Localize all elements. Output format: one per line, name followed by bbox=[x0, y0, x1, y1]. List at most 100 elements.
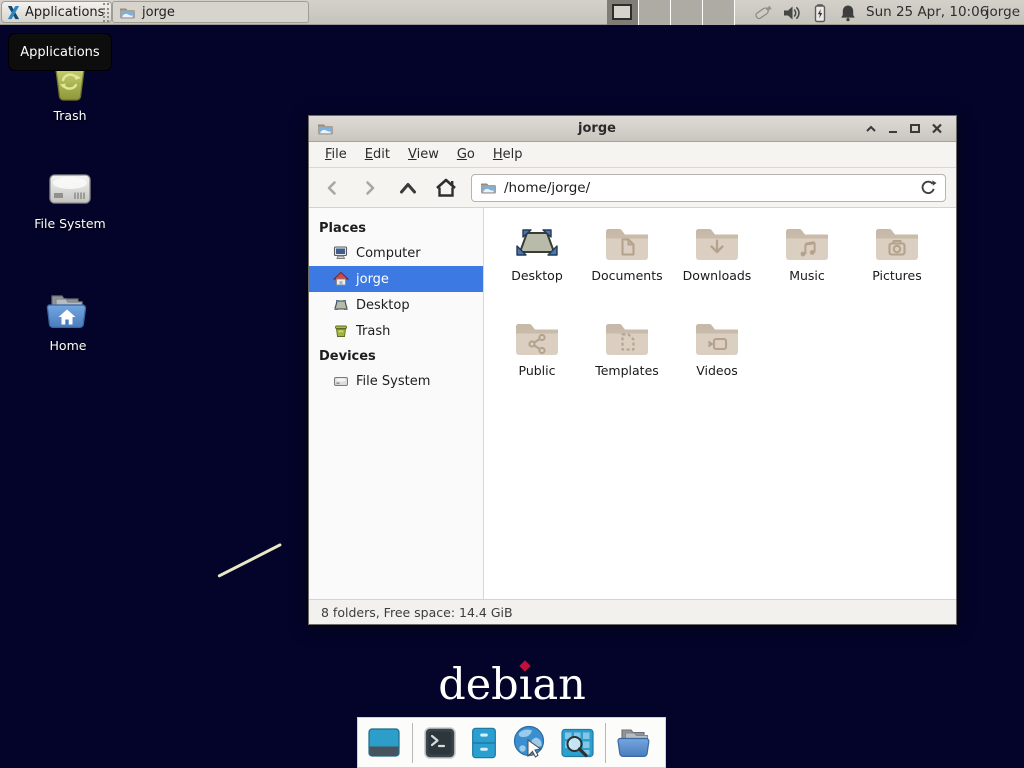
sidebar-header-places: Places bbox=[309, 216, 483, 240]
file-item-documents[interactable]: Documents bbox=[582, 222, 672, 317]
file-label: Documents bbox=[582, 268, 672, 283]
panel-clock[interactable]: Sun 25 Apr, 10:06 bbox=[866, 0, 988, 25]
system-tray bbox=[752, 2, 858, 23]
menubar: File Edit View Go Help bbox=[309, 142, 956, 168]
workspace-4[interactable] bbox=[703, 0, 735, 25]
file-item-pictures[interactable]: Pictures bbox=[852, 222, 942, 317]
desktop-icon-label: Trash bbox=[15, 108, 125, 123]
top-panel: Applications jorge Sun 2 bbox=[0, 0, 1024, 25]
menu-help[interactable]: Help bbox=[485, 144, 531, 165]
taskbar-window-button[interactable]: jorge bbox=[112, 1, 309, 23]
file-item-desktop[interactable]: Desktop bbox=[492, 222, 582, 317]
window-titlebar[interactable]: jorge bbox=[309, 116, 956, 142]
file-view[interactable]: Desktop Documents Downloads bbox=[484, 208, 956, 599]
sidebar-item-label: Computer bbox=[356, 246, 421, 261]
file-label: Public bbox=[492, 363, 582, 378]
panel-username: jorge bbox=[986, 0, 1020, 25]
file-label: Pictures bbox=[852, 268, 942, 283]
window-icon bbox=[317, 121, 334, 136]
path-text[interactable]: /home/jorge/ bbox=[504, 180, 913, 196]
menu-file[interactable]: File bbox=[317, 144, 355, 165]
public-folder-icon bbox=[513, 319, 561, 359]
debian-text-left: deb bbox=[438, 660, 519, 710]
file-label: Downloads bbox=[672, 268, 762, 283]
computer-icon bbox=[333, 245, 349, 261]
applications-menu-label: Applications bbox=[25, 5, 104, 20]
desktop-icon bbox=[513, 224, 561, 264]
folder-icon bbox=[480, 180, 497, 195]
debian-text-right: an bbox=[532, 660, 585, 710]
path-bar[interactable]: /home/jorge/ bbox=[471, 174, 946, 202]
file-item-templates[interactable]: Templates bbox=[582, 317, 672, 412]
dock-separator bbox=[605, 723, 606, 763]
pictures-folder-icon bbox=[873, 224, 921, 264]
file-manager-launcher[interactable] bbox=[615, 725, 653, 761]
file-item-music[interactable]: Music bbox=[762, 222, 852, 317]
taskbar-window-label: jorge bbox=[142, 5, 175, 20]
status-text: 8 folders, Free space: 14.4 GiB bbox=[321, 605, 513, 620]
drive-icon bbox=[333, 373, 349, 389]
file-cabinet-launcher[interactable] bbox=[467, 725, 501, 761]
panel-drag-handle[interactable] bbox=[103, 3, 109, 22]
window-title: jorge bbox=[334, 121, 860, 136]
web-browser-launcher[interactable] bbox=[510, 724, 550, 762]
forward-button[interactable] bbox=[357, 175, 383, 201]
desktop-icon-home[interactable]: Home bbox=[13, 288, 123, 353]
file-item-public[interactable]: Public bbox=[492, 317, 582, 412]
workspace-switcher[interactable] bbox=[607, 0, 735, 25]
home-button[interactable] bbox=[433, 175, 459, 201]
desktop-icon-file-system[interactable]: File System bbox=[15, 168, 125, 231]
home-folder-icon bbox=[44, 288, 92, 332]
sidebar-item-trash[interactable]: Trash bbox=[309, 318, 483, 344]
up-button[interactable] bbox=[395, 175, 421, 201]
app-finder-launcher[interactable] bbox=[559, 725, 596, 761]
sidebar-item-label: File System bbox=[356, 374, 430, 389]
workspace-3[interactable] bbox=[671, 0, 703, 25]
toolbar: /home/jorge/ bbox=[309, 168, 956, 208]
file-label: Music bbox=[762, 268, 852, 283]
file-manager-icon bbox=[119, 5, 136, 20]
music-folder-icon bbox=[783, 224, 831, 264]
notifications-icon[interactable] bbox=[838, 3, 858, 23]
terminal-launcher[interactable] bbox=[422, 725, 458, 761]
desktop-icon bbox=[333, 297, 349, 313]
trash-icon bbox=[333, 323, 349, 339]
mouse-cursor bbox=[217, 543, 282, 578]
removable-device-icon[interactable] bbox=[752, 2, 774, 23]
sidebar-item-file-system[interactable]: File System bbox=[309, 368, 483, 394]
menu-edit[interactable]: Edit bbox=[357, 144, 398, 165]
sidebar-item-computer[interactable]: Computer bbox=[309, 240, 483, 266]
home-icon bbox=[333, 271, 349, 287]
desktop-icon-label: Home bbox=[13, 338, 123, 353]
workspace-2[interactable] bbox=[639, 0, 671, 25]
documents-folder-icon bbox=[603, 224, 651, 264]
workspace-1[interactable] bbox=[607, 0, 639, 25]
file-item-videos[interactable]: Videos bbox=[672, 317, 762, 412]
menu-go[interactable]: Go bbox=[449, 144, 483, 165]
drive-icon bbox=[46, 168, 94, 210]
file-item-downloads[interactable]: Downloads bbox=[672, 222, 762, 317]
menu-view[interactable]: View bbox=[400, 144, 447, 165]
minimize-button[interactable] bbox=[882, 119, 904, 139]
statusbar: 8 folders, Free space: 14.4 GiB bbox=[309, 599, 956, 624]
file-label: Videos bbox=[672, 363, 762, 378]
workspace-window-thumb bbox=[612, 4, 632, 20]
applications-menu-button[interactable]: Applications bbox=[1, 1, 112, 23]
dock-panel bbox=[357, 717, 666, 768]
back-button[interactable] bbox=[319, 175, 345, 201]
close-button[interactable] bbox=[926, 119, 948, 139]
sidebar-item-jorge[interactable]: jorge bbox=[309, 266, 483, 292]
desktop: { "panel": { "applications_label": "Appl… bbox=[0, 0, 1024, 768]
videos-folder-icon bbox=[693, 319, 741, 359]
battery-icon[interactable] bbox=[810, 3, 830, 23]
sidebar-item-desktop[interactable]: Desktop bbox=[309, 292, 483, 318]
shade-button[interactable] bbox=[860, 119, 882, 139]
show-desktop-button[interactable] bbox=[365, 725, 403, 761]
sidebar-item-label: jorge bbox=[356, 272, 389, 287]
downloads-folder-icon bbox=[693, 224, 741, 264]
maximize-button[interactable] bbox=[904, 119, 926, 139]
debian-wordmark: debıan bbox=[0, 660, 1024, 710]
reload-icon[interactable] bbox=[920, 179, 937, 196]
volume-icon[interactable] bbox=[782, 3, 802, 23]
sidebar-header-devices: Devices bbox=[309, 344, 483, 368]
